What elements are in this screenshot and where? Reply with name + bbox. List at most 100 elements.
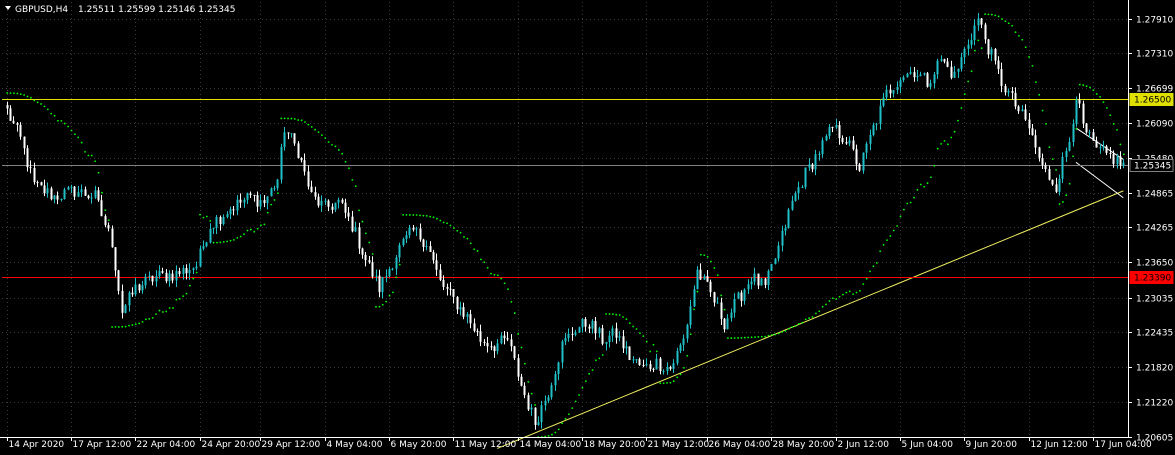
sar-dot	[588, 372, 591, 375]
candle-body	[148, 275, 151, 277]
sar-dot	[395, 276, 398, 279]
sar-dot	[567, 413, 570, 416]
sar-dot	[730, 337, 733, 339]
time-tick-label: 14 May 04:00	[520, 440, 582, 450]
candle-body	[1065, 150, 1068, 158]
sar-dot	[16, 92, 19, 95]
candle-body	[87, 195, 90, 198]
sar-dot	[73, 133, 76, 136]
sar-dot	[963, 93, 966, 96]
candle-body	[801, 187, 804, 189]
candle-body	[916, 76, 919, 78]
candle-body	[1044, 164, 1047, 170]
sar-dot	[872, 265, 875, 268]
candle-body	[16, 123, 19, 125]
sar-dot	[838, 295, 841, 298]
candle-body	[175, 271, 178, 281]
sar-dot	[683, 366, 685, 369]
sar-dot	[459, 231, 462, 234]
candle-body	[432, 251, 435, 261]
candle-body	[973, 25, 976, 41]
candle-body	[398, 245, 401, 258]
sar-dot	[598, 357, 601, 360]
candle-body	[919, 74, 922, 77]
candle-body	[882, 97, 885, 106]
sar-dot	[148, 318, 151, 320]
sar-dot	[432, 216, 435, 219]
sar-dot	[1112, 123, 1115, 125]
candle-body	[845, 142, 848, 144]
sar-dot	[473, 248, 476, 251]
sar-dot	[771, 334, 773, 336]
candle-body	[804, 167, 807, 188]
sar-dot	[879, 250, 882, 253]
sar-dot	[706, 255, 709, 258]
sar-dot	[40, 103, 42, 105]
sar-dot	[446, 222, 448, 225]
sar-dot	[348, 167, 350, 170]
sar-dot	[236, 236, 239, 239]
sar-dot	[463, 236, 465, 238]
sar-dot	[249, 228, 252, 231]
candle-body	[659, 358, 662, 372]
sar-dot	[361, 220, 364, 223]
candle-body	[215, 217, 218, 228]
sar-dot	[530, 392, 533, 395]
candle-body	[757, 273, 760, 286]
sar-dot	[994, 14, 997, 17]
sar-dot	[239, 235, 242, 238]
candle-body	[439, 269, 442, 280]
sar-dot	[205, 215, 208, 218]
candle-body	[1011, 91, 1014, 93]
candle-body	[649, 364, 652, 369]
sar-dot	[720, 294, 723, 297]
sar-dot	[70, 129, 73, 132]
candle-body	[121, 290, 124, 313]
price-chart[interactable]: 1.279101.273101.266991.260901.254801.248…	[0, 0, 1175, 455]
sar-dot	[578, 394, 580, 396]
candle-body	[161, 271, 164, 273]
candle-body	[1095, 140, 1098, 148]
sar-dot	[574, 400, 577, 403]
candle-body	[896, 86, 899, 91]
candle-body	[669, 366, 672, 369]
sar-dot	[490, 272, 492, 275]
candle-body	[124, 305, 127, 313]
symbol-label: GBPUSD,H4	[15, 5, 68, 15]
sar-dot	[273, 199, 276, 201]
candle-body	[205, 242, 208, 247]
sar-dot	[791, 326, 794, 329]
sar-dot	[317, 131, 320, 134]
sar-dot	[835, 298, 838, 301]
sar-dot	[87, 154, 90, 157]
sar-dot	[371, 253, 374, 255]
candle-body	[33, 168, 36, 183]
candle-body	[523, 385, 526, 396]
candle-body	[645, 364, 648, 366]
candle-body	[655, 358, 658, 370]
candle-body	[706, 276, 709, 282]
candle-body	[219, 217, 222, 224]
sar-dot	[611, 313, 614, 316]
sar-dot	[906, 202, 909, 205]
sar-dot	[510, 300, 513, 303]
candle-body	[967, 44, 970, 49]
candle-body	[385, 276, 388, 278]
sar-dot	[974, 49, 976, 52]
candle-body	[1099, 147, 1102, 149]
sar-dot	[913, 196, 915, 199]
sar-dot	[666, 381, 668, 384]
price-tick-label: 1.24265	[1136, 224, 1173, 234]
sar-dot	[276, 192, 279, 194]
sar-dot	[595, 359, 597, 362]
sar-dot	[195, 271, 198, 274]
candle-body	[581, 319, 584, 328]
candle-body	[733, 298, 736, 313]
candle-body	[980, 18, 983, 25]
sar-dot	[67, 125, 69, 128]
sar-dot	[1089, 86, 1091, 89]
candle-body	[682, 338, 685, 345]
sar-dot	[754, 336, 756, 339]
candle-body	[831, 126, 834, 128]
sar-dot	[232, 238, 235, 241]
